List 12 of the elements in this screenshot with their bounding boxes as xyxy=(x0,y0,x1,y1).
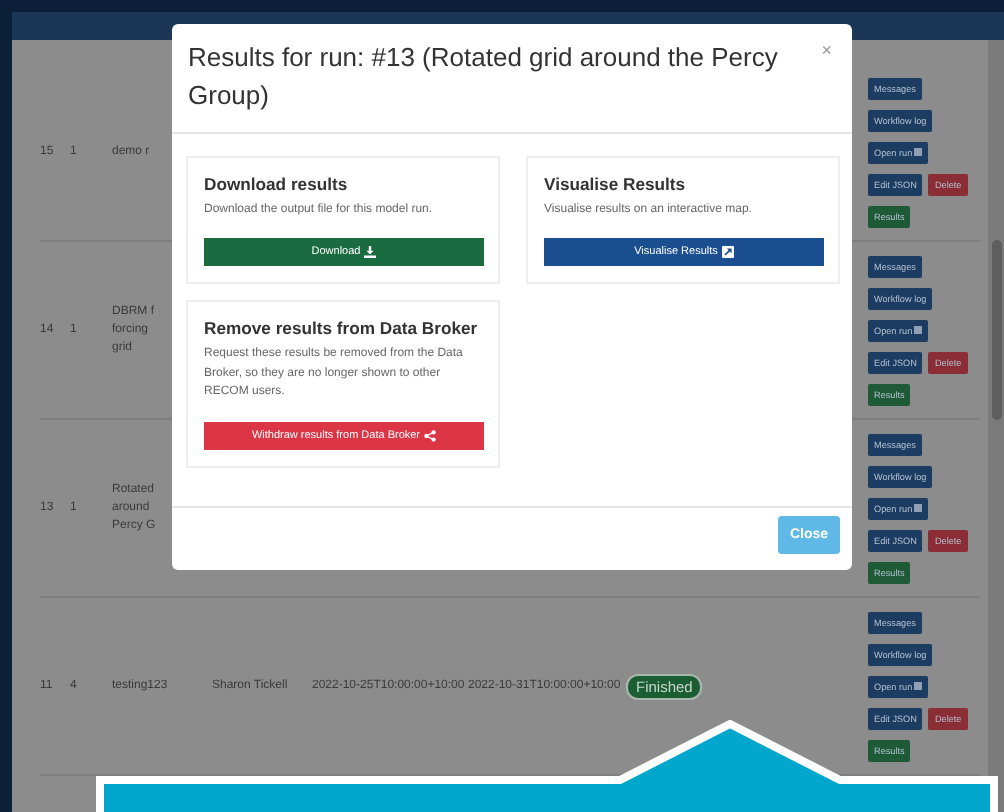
external-link-icon xyxy=(914,682,923,690)
external-link-icon xyxy=(914,148,923,156)
scrollbar-thumb[interactable] xyxy=(991,240,1001,420)
card-heading: Remove results from Data Broker xyxy=(204,318,480,339)
external-link-icon xyxy=(914,326,923,334)
card-heading: Download results xyxy=(204,173,350,194)
external-link-icon xyxy=(721,246,734,259)
download-icon xyxy=(364,246,377,259)
external-link-icon xyxy=(914,504,923,512)
card-heading: Visualise Results xyxy=(544,173,688,194)
share-icon xyxy=(424,430,437,443)
dialog-title: Results for run: #13 (Rotated grid around the Percy Group) xyxy=(188,40,780,114)
